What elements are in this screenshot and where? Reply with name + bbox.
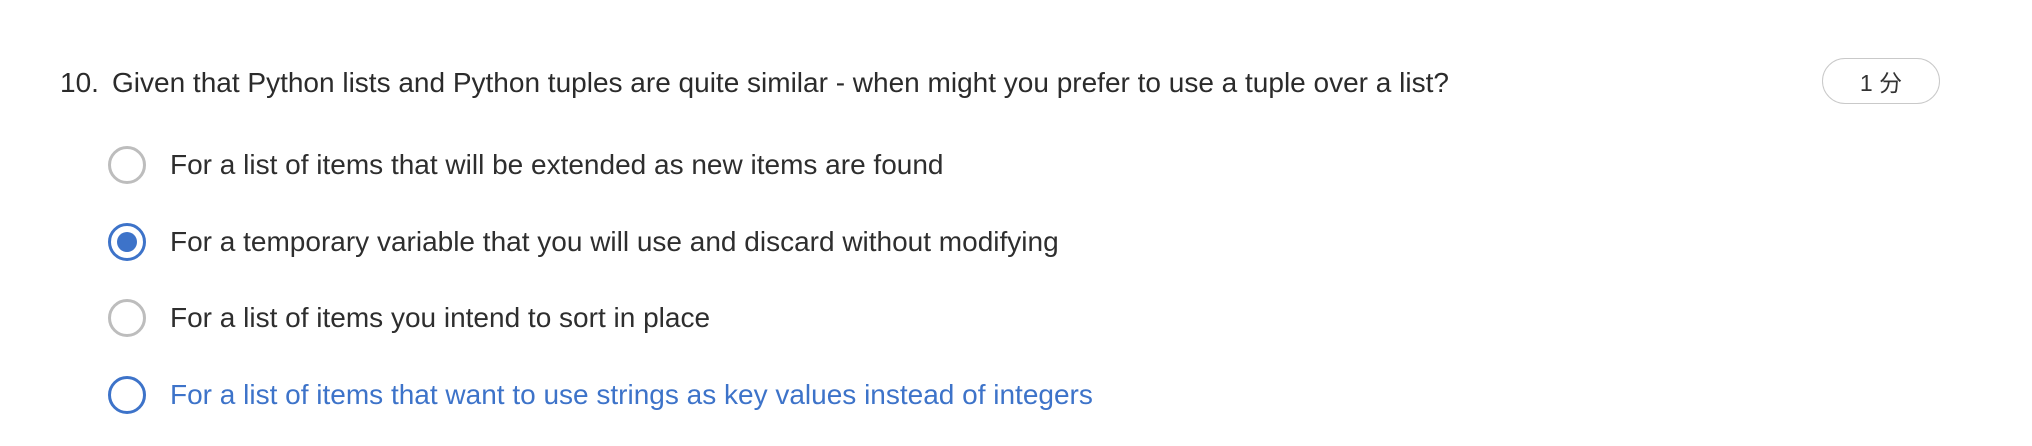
option-label[interactable]: For a list of items that will be extende…	[170, 140, 944, 190]
question-header: 10. Given that Python lists and Python t…	[60, 58, 1449, 108]
option-label[interactable]: For a list of items you intend to sort i…	[170, 293, 710, 343]
answer-option-3[interactable]: For a list of items you intend to sort i…	[108, 293, 1093, 343]
answer-option-1[interactable]: For a list of items that will be extende…	[108, 140, 1093, 190]
radio-dot	[117, 231, 137, 252]
question-text: Given that Python lists and Python tuple…	[112, 67, 1449, 98]
answer-option-2[interactable]: For a temporary variable that you will u…	[108, 217, 1093, 267]
radio-button-selected[interactable]	[108, 222, 146, 261]
points-badge: 1 分	[1822, 58, 1940, 104]
answer-option-4[interactable]: For a list of items that want to use str…	[108, 370, 1093, 420]
radio-button-hovered[interactable]	[108, 375, 146, 414]
option-label[interactable]: For a list of items that want to use str…	[170, 370, 1093, 420]
quiz-question: 10. Given that Python lists and Python t…	[0, 0, 2032, 442]
radio-button[interactable]	[108, 146, 146, 184]
question-number: 10.	[60, 67, 99, 98]
radio-button[interactable]	[108, 299, 146, 337]
option-label[interactable]: For a temporary variable that you will u…	[170, 217, 1059, 267]
answer-options: For a list of items that will be extende…	[108, 140, 1093, 446]
